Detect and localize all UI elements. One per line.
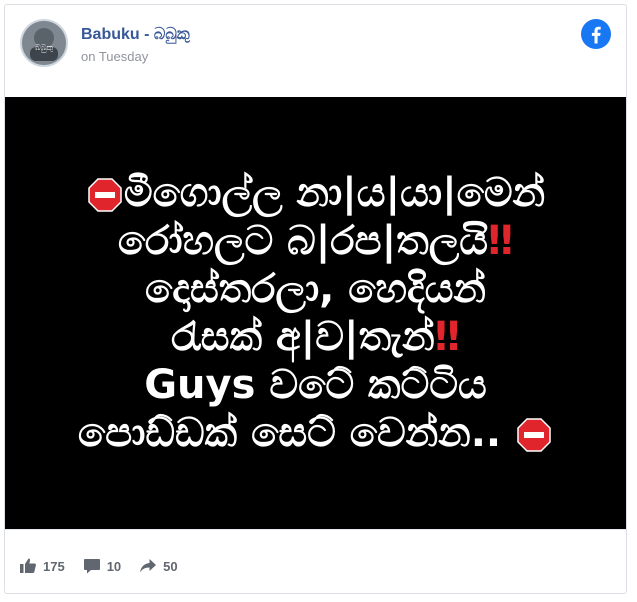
likes-count: 175 <box>43 558 65 574</box>
post-text-line-1: මීගොල්ල නා|ය|යා|මෙන් <box>86 169 545 217</box>
author-name[interactable]: Babuku - බබුකු <box>81 26 190 44</box>
footer-divider <box>5 529 626 530</box>
post-footer: 175 10 50 <box>19 557 178 575</box>
post-text-line-1-content: මීගොල්ල නා|ය|යා|මෙන් <box>123 170 546 216</box>
facebook-post-card: බබුකු Babuku - බබුකු on Tuesday මීගොල්ල … <box>4 4 627 594</box>
post-text-line-6-content: පොඩ්ඩක් සෙට් වෙන්න.. <box>77 410 502 456</box>
comments-count: 10 <box>106 558 122 574</box>
post-image[interactable]: මීගොල්ල නා|ය|යා|මෙන් රෝහලට බ|රප|තලයි‼ දො… <box>5 97 626 529</box>
facebook-logo-icon[interactable] <box>581 19 611 49</box>
post-text-line-3-content: දොස්තරලා, හෙදියන් <box>145 266 486 312</box>
comments-stat[interactable]: 10 <box>83 557 121 575</box>
share-arrow-icon <box>140 559 157 573</box>
avatar-label: බබුකු <box>35 43 53 52</box>
avatar-image: බබුකු <box>22 21 66 65</box>
shares-count: 50 <box>163 558 178 574</box>
post-text-line-5: Guys වටේ කට්ටිය <box>144 361 487 409</box>
post-text-line-2-content: රෝහලට බ|රප|තලයි <box>117 218 488 264</box>
double-exclamation-icon: ‼ <box>434 314 460 360</box>
thumbs-up-icon <box>20 558 36 573</box>
likes-stat[interactable]: 175 <box>19 557 65 575</box>
stop-sign-icon <box>88 178 122 212</box>
post-text-line-3: දොස්තරලා, හෙදියන් <box>145 265 486 313</box>
author-avatar[interactable]: බබුකු <box>20 19 68 67</box>
post-text-line-4: රැසක් අ|ව|තැන්‼ <box>171 313 460 361</box>
post-text-line-4-content: රැසක් අ|ව|තැන් <box>171 314 435 360</box>
post-text-line-5-content: Guys වටේ කට්ටිය <box>144 362 487 408</box>
post-timestamp[interactable]: on Tuesday <box>81 49 148 64</box>
post-text-line-2: රෝහලට බ|රප|තලයි‼ <box>118 217 513 265</box>
double-exclamation-icon: ‼ <box>488 218 514 264</box>
stop-sign-icon <box>517 418 551 452</box>
comment-icon <box>83 559 100 574</box>
shares-stat[interactable]: 50 <box>139 557 178 575</box>
post-text-line-6: පොඩ්ඩක් සෙට් වෙන්න.. <box>78 409 553 457</box>
post-header: බබුකු Babuku - බබුකු on Tuesday <box>5 5 626 91</box>
